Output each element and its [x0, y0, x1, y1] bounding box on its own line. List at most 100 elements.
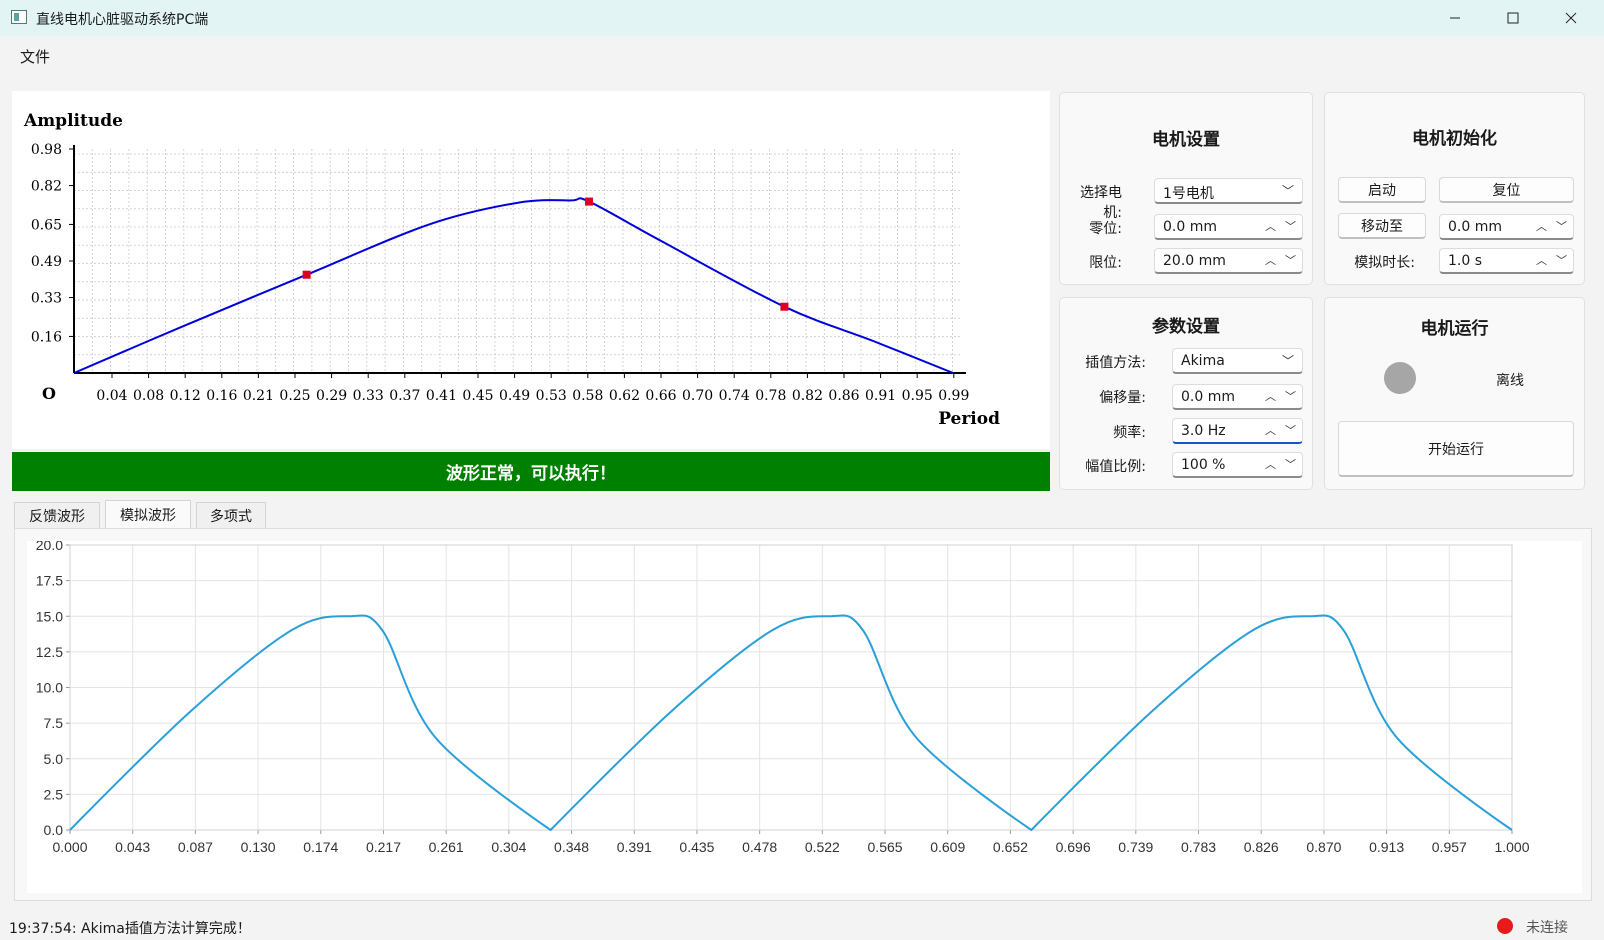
status-bar: 19:37:54: Akima插值方法计算完成！	[0, 910, 1604, 940]
curve-chart-svg: 0.98 0.82 0.65 0.49 0.33 0.16 0.04 0.08 0.12 0.16…	[23, 111, 1000, 429]
spin-up-icon[interactable]: ︿	[1265, 422, 1276, 438]
motor-status-label: 离线	[1496, 373, 1524, 389]
control-point[interactable]	[780, 302, 789, 311]
zero-spinbox[interactable]: 0.0 mm ︿ ﹀	[1154, 214, 1303, 240]
spin-up-icon[interactable]: ︿	[1536, 252, 1547, 268]
x-tick-label: 1.000	[1494, 839, 1529, 855]
y-tick-label: 0.33	[31, 291, 62, 307]
x-tick-label: 0.913	[1369, 839, 1404, 855]
motor-run-title: 电机运行	[1420, 319, 1489, 339]
offset-label: 偏移量:	[1099, 390, 1146, 406]
motor-init-group: 电机初始化 启动 复位 移动至 0.0 mm ︿ ﹀ 模拟时长: 1.0 s ︿…	[1324, 92, 1585, 285]
move-to-spinbox[interactable]: 0.0 mm ︿ ﹀	[1439, 214, 1574, 240]
close-button[interactable]	[1542, 0, 1600, 36]
spin-up-icon[interactable]: ︿	[1265, 252, 1276, 268]
spin-up-icon[interactable]: ︿	[1265, 218, 1276, 234]
x-tick-label: 0.12	[170, 388, 201, 404]
spin-up-icon[interactable]: ︿	[1265, 456, 1276, 472]
tab-polynomial[interactable]: 多项式	[196, 502, 266, 528]
limit-value: 20.0 mm	[1163, 253, 1226, 269]
x-tick-label: 0.609	[930, 839, 965, 855]
frequency-spinbox[interactable]: 3.0 Hz ︿ ﹀	[1172, 418, 1303, 444]
x-tick-label: 0.49	[499, 388, 530, 404]
minimize-icon	[1450, 17, 1460, 19]
y-tick-label: 17.5	[36, 573, 63, 589]
sim-duration-label: 模拟时长:	[1354, 255, 1415, 271]
x-tick-label: 0.478	[742, 839, 777, 855]
start-run-button[interactable]: 开始运行	[1338, 421, 1574, 477]
y-tick-label: 10.0	[36, 680, 63, 696]
offset-value: 0.0 mm	[1181, 389, 1235, 405]
x-tick-label: 0.174	[303, 839, 338, 855]
amplitude-ratio-spinbox[interactable]: 100 % ︿ ﹀	[1172, 452, 1303, 478]
control-point[interactable]	[302, 270, 311, 279]
move-to-button[interactable]: 移动至	[1338, 213, 1426, 239]
start-button[interactable]: 启动	[1338, 177, 1426, 203]
x-tick-label: 0.565	[868, 839, 903, 855]
y-tick-label: 20.0	[36, 541, 63, 553]
sim-duration-value: 1.0 s	[1448, 253, 1483, 269]
offset-spinbox[interactable]: 0.0 mm ︿ ﹀	[1172, 384, 1303, 410]
spin-down-icon[interactable]: ﹀	[1285, 456, 1296, 472]
spin-up-icon[interactable]: ︿	[1536, 218, 1547, 234]
spin-down-icon[interactable]: ﹀	[1285, 218, 1296, 234]
select-motor-label: 选择电机:	[1080, 185, 1122, 221]
x-tick-label: 0.78	[755, 388, 786, 404]
x-tick-label: 0.261	[429, 839, 464, 855]
motor-settings-group: 电机设置 选择电机: 1号电机 ﹀ 零位: 0.0 mm ︿ ﹀ 限位: 20.…	[1059, 92, 1313, 285]
minimize-button[interactable]	[1426, 0, 1484, 36]
y-tick-label: 0.0	[44, 822, 64, 838]
chevron-down-icon: ﹀	[1281, 354, 1294, 368]
x-tick-label: 0.04	[96, 388, 127, 404]
limit-spinbox[interactable]: 20.0 mm ︿ ﹀	[1154, 248, 1303, 274]
x-tick-label: 0.304	[491, 839, 526, 855]
menu-file[interactable]: 文件	[20, 46, 50, 67]
x-axis-title: Period	[938, 409, 1000, 429]
control-point[interactable]	[585, 197, 594, 206]
reset-button[interactable]: 复位	[1439, 177, 1574, 203]
y-tick-label: 0.82	[31, 179, 62, 195]
waveform-status-banner: 波形正常，可以执行！	[12, 452, 1050, 491]
tab-simulated-wave[interactable]: 模拟波形	[105, 500, 191, 529]
app-icon	[11, 10, 27, 24]
origin-label: O	[42, 384, 56, 403]
spin-down-icon[interactable]: ﹀	[1285, 252, 1296, 268]
interp-select[interactable]: Akima ﹀	[1172, 348, 1303, 374]
y-axis-title: Amplitude	[23, 111, 123, 131]
sim-duration-spinbox[interactable]: 1.0 s ︿ ﹀	[1439, 248, 1574, 274]
amplitude-ratio-label: 幅值比例:	[1085, 459, 1146, 475]
motor-select[interactable]: 1号电机 ﹀	[1154, 178, 1303, 204]
x-tick-label: 0.66	[645, 388, 676, 404]
x-tick-label: 0.652	[993, 839, 1028, 855]
frequency-value: 3.0 Hz	[1181, 423, 1226, 439]
interp-label: 插值方法:	[1085, 355, 1146, 371]
spin-down-icon[interactable]: ﹀	[1285, 388, 1296, 404]
connection-status-label: 未连接	[1526, 920, 1568, 936]
x-tick-label: 0.58	[572, 388, 603, 404]
x-tick-label: 0.21	[243, 388, 274, 404]
x-tick-label: 0.99	[938, 388, 969, 404]
x-tick-label: 0.522	[805, 839, 840, 855]
motor-select-value: 1号电机	[1163, 186, 1214, 202]
y-tick-label: 0.98	[31, 142, 62, 158]
x-tick-label: 0.826	[1244, 839, 1279, 855]
x-tick-label: 0.86	[828, 388, 859, 404]
maximize-icon	[1507, 12, 1519, 24]
motor-settings-title: 电机设置	[1152, 130, 1220, 150]
y-tick-label: 12.5	[36, 644, 63, 660]
x-tick-label: 0.000	[52, 839, 87, 855]
spin-down-icon[interactable]: ﹀	[1556, 252, 1567, 268]
curve-editor-chart[interactable]: 0.98 0.82 0.65 0.49 0.33 0.16 0.04 0.08 0.12 0.16…	[12, 91, 1050, 449]
amplitude-ratio-value: 100 %	[1181, 457, 1226, 473]
x-tick-label: 0.739	[1118, 839, 1153, 855]
spin-down-icon[interactable]: ﹀	[1285, 422, 1296, 438]
x-tick-label: 0.41	[426, 388, 457, 404]
maximize-button[interactable]	[1484, 0, 1542, 36]
tab-feedback-wave[interactable]: 反馈波形	[14, 502, 100, 528]
x-tick-label: 0.783	[1181, 839, 1216, 855]
spin-up-icon[interactable]: ︿	[1265, 388, 1276, 404]
x-tick-label: 0.217	[366, 839, 401, 855]
x-tick-label: 0.696	[1056, 839, 1091, 855]
x-tick-label: 0.957	[1432, 839, 1467, 855]
spin-down-icon[interactable]: ﹀	[1556, 218, 1567, 234]
